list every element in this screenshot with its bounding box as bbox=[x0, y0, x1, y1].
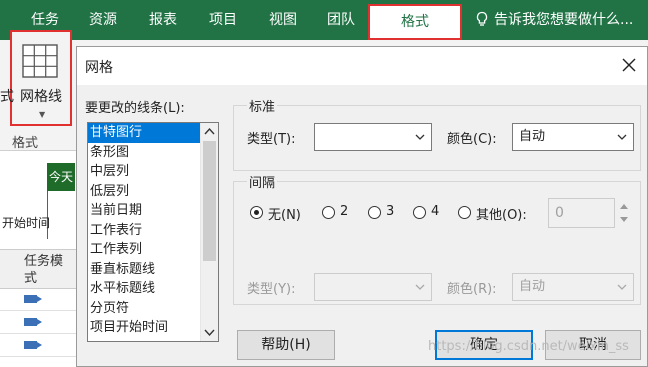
chevron-down-icon bbox=[617, 134, 627, 140]
line-list-item[interactable]: 工作表列 bbox=[88, 240, 218, 260]
gridlines-button[interactable]: 网格线 ▼ bbox=[10, 30, 72, 126]
interval-radio-3[interactable] bbox=[368, 206, 381, 219]
normal-color-value: 自动 bbox=[519, 129, 546, 144]
line-list-items: 甘特图行 条形图 中层列 低层列 当前日期 工作表行 工作表列 垂直标题线 水平标题线 分页符 项目… bbox=[88, 123, 218, 338]
close-icon[interactable] bbox=[619, 55, 639, 75]
task-mode-icon bbox=[24, 295, 42, 303]
line-list-item[interactable]: 工作表行 bbox=[88, 221, 218, 241]
interval-other-spinner[interactable]: 0 bbox=[548, 198, 633, 228]
dialog-title: 网格 bbox=[85, 60, 113, 76]
normal-color-label: 颜色(C): bbox=[447, 132, 497, 147]
tab-view[interactable]: 视图 bbox=[258, 0, 308, 40]
tell-me-box[interactable]: 告诉我您想要做什么... bbox=[474, 0, 633, 40]
line-list-item[interactable]: 当前日期 bbox=[88, 201, 218, 221]
normal-type-label: 类型(T): bbox=[247, 132, 296, 147]
ribbon-group-label: 格式 bbox=[12, 136, 39, 151]
interval-option-2-label: 2 bbox=[340, 204, 349, 219]
chevron-down-icon bbox=[415, 284, 425, 290]
table-row[interactable] bbox=[0, 311, 76, 334]
tab-report[interactable]: 报表 bbox=[138, 0, 188, 40]
task-mode-header: 任务模式 bbox=[24, 254, 64, 286]
interval-color-select[interactable]: 自动 bbox=[512, 273, 634, 301]
interval-radio-none[interactable] bbox=[250, 206, 263, 219]
chevron-down-icon bbox=[617, 284, 627, 290]
help-button[interactable]: 帮助(H) bbox=[237, 330, 335, 360]
normal-type-select[interactable] bbox=[314, 123, 432, 151]
interval-type-label: 类型(Y): bbox=[247, 282, 296, 297]
chevron-down-icon bbox=[415, 134, 425, 140]
tab-project[interactable]: 项目 bbox=[198, 0, 248, 40]
grid-icon bbox=[22, 44, 58, 78]
line-list-item[interactable]: 中层列 bbox=[88, 162, 218, 182]
start-time-label: 开始时间 bbox=[2, 216, 51, 230]
interval-radio-other[interactable] bbox=[458, 206, 471, 219]
line-list-item[interactable]: 条形图 bbox=[88, 143, 218, 163]
listbox-scrollbar[interactable] bbox=[200, 123, 218, 341]
today-marker: 今天 bbox=[47, 163, 75, 191]
table-row[interactable] bbox=[0, 334, 76, 357]
line-to-change-label: 要更改的线条(L): bbox=[85, 101, 185, 116]
interval-color-label: 颜色(R): bbox=[447, 282, 497, 297]
tell-me-text: 告诉我您想要做什么... bbox=[494, 12, 634, 28]
gridlines-dialog: 网格 要更改的线条(L): 甘特图行 条形图 中层列 低层列 当前日期 工作表行 工作表列垂… bbox=[76, 46, 648, 367]
scroll-thumb[interactable] bbox=[203, 141, 216, 261]
scroll-up-icon[interactable] bbox=[201, 123, 218, 140]
ribbon-tab-bar: 任务 资源 报表 项目 视图 团队 格式 告诉我您想要做什么... bbox=[0, 0, 648, 40]
interval-option-3-label: 3 bbox=[386, 204, 395, 219]
interval-color-value: 自动 bbox=[519, 279, 546, 294]
interval-option-none-label: 无(N) bbox=[268, 208, 301, 223]
table-row[interactable] bbox=[0, 288, 76, 311]
task-mode-icon bbox=[24, 341, 42, 349]
normal-color-select[interactable]: 自动 bbox=[512, 123, 634, 151]
line-list-item[interactable]: 垂直标题线 bbox=[88, 260, 218, 280]
interval-option-other-label: 其他(O): bbox=[476, 208, 527, 223]
tab-team[interactable]: 团队 bbox=[316, 0, 366, 40]
interval-group-title: 间隔 bbox=[247, 172, 278, 191]
task-mode-icon bbox=[24, 318, 42, 326]
interval-radio-4[interactable] bbox=[413, 206, 426, 219]
line-listbox[interactable]: 甘特图行 条形图 中层列 低层列 当前日期 工作表行 工作表列 垂直标题线 水平标题线 分页符 项目… bbox=[87, 122, 219, 342]
ribbon-cut-label: 式 bbox=[0, 89, 14, 105]
scroll-down-icon[interactable] bbox=[201, 324, 218, 341]
interval-radio-2[interactable] bbox=[322, 206, 335, 219]
watermark: https://blog.csdn.net/weixin_ss bbox=[428, 339, 629, 354]
gridlines-label: 网格线 bbox=[20, 89, 62, 105]
tab-format[interactable]: 格式 bbox=[368, 4, 462, 40]
spinner-arrows-icon[interactable] bbox=[615, 198, 633, 228]
line-list-item[interactable]: 水平标题线 bbox=[88, 279, 218, 299]
tab-resource[interactable]: 资源 bbox=[80, 0, 126, 40]
lightbulb-icon bbox=[476, 11, 488, 26]
line-list-item[interactable]: 低层列 bbox=[88, 182, 218, 202]
line-list-item[interactable]: 项目开始时间 bbox=[88, 318, 218, 338]
interval-type-select[interactable] bbox=[314, 273, 432, 301]
normal-group-title: 标准 bbox=[247, 96, 278, 115]
line-list-item[interactable]: 甘特图行 bbox=[88, 123, 218, 143]
dialog-titlebar: 网格 bbox=[77, 47, 647, 85]
interval-option-4-label: 4 bbox=[431, 204, 440, 219]
interval-other-input[interactable]: 0 bbox=[548, 198, 615, 228]
chevron-down-icon: ▼ bbox=[39, 110, 46, 119]
line-list-item[interactable]: 分页符 bbox=[88, 299, 218, 319]
